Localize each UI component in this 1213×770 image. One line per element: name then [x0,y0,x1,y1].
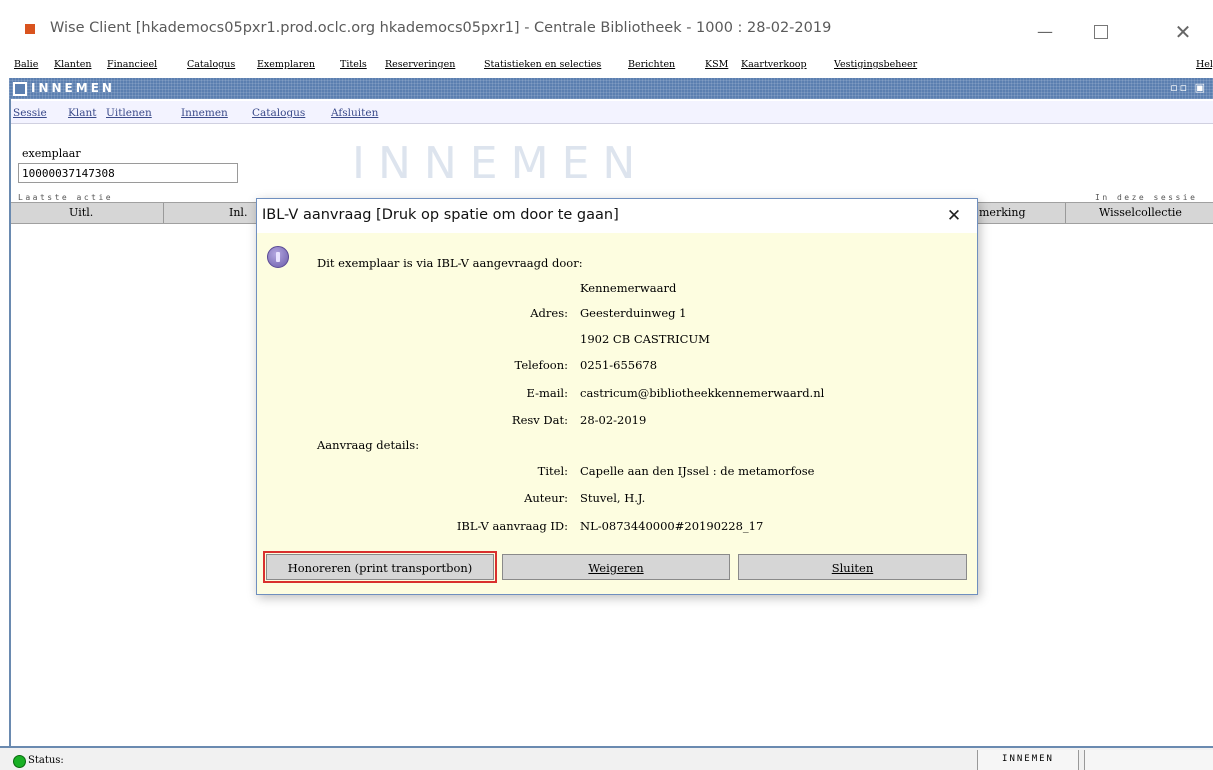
honoreren-button[interactable]: Honoreren (print transportbon) [263,551,497,583]
resv-label: Resv Dat: [511,413,568,427]
inner-titlebar: INNEMEN ▫▫ ▣ [9,78,1213,99]
menu-titels[interactable]: Titels [340,59,367,70]
adres-line-1: Geesterduinweg 1 [580,306,687,320]
auteur-label: Auteur: [524,491,568,505]
titel-label: Titel: [537,464,568,478]
dialog-title: IBL-V aanvraag [Druk op spatie om door t… [262,207,619,223]
menu-kaartverkoop[interactable]: Kaartverkoop [741,59,807,70]
window-titlebar: Wise Client [hkademocs05pxr1.prod.oclc.o… [0,0,1213,52]
adres-label: Adres: [530,306,568,320]
dialog-intro: Dit exemplaar is via IBL-V aangevraagd d… [317,256,583,270]
menu-financieel[interactable]: Financieel [107,59,157,70]
menu-statistieken[interactable]: Statistieken en selecties [484,59,601,70]
column-separator [1065,203,1066,223]
menubar: Balie Klanten Financieel Catalogus Exemp… [0,54,1213,76]
column-separator [163,203,164,223]
menu-vestigingsbeheer[interactable]: Vestigingsbeheer [834,59,917,70]
menu-innemen[interactable]: Innemen [181,107,228,119]
menu-balie[interactable]: Balie [14,59,38,70]
aanvraag-id-label: IBL-V aanvraag ID: [456,519,568,533]
telefoon-value: 0251-655678 [580,358,658,372]
email-label: E-mail: [526,386,569,400]
menu-klant[interactable]: Klant [68,107,96,119]
inner-window-controls[interactable]: ▫▫ ▣ [1170,81,1207,94]
menu-reserveringen[interactable]: Reserveringen [385,59,455,70]
menu-afsluiten[interactable]: Afsluiten [331,107,378,119]
exemplaar-input[interactable]: 10000037147308 [18,163,238,183]
menu-help[interactable]: Help [1196,59,1213,70]
requester-name: Kennemerwaard [580,281,677,295]
menu-berichten[interactable]: Berichten [628,59,675,70]
column-inl[interactable]: Inl. [229,206,247,219]
close-window-button[interactable]: ✕ [1160,14,1206,50]
info-icon [267,246,289,268]
menu-ksm[interactable]: KSM [705,59,728,70]
inner-title: INNEMEN [31,81,115,95]
session-menubar: Sessie Klant Uitlenen Innemen Catalogus … [11,101,1213,124]
menu-klanten[interactable]: Klanten [54,59,91,70]
menu-exemplaren[interactable]: Exemplaren [257,59,315,70]
telefoon-label: Telefoon: [514,358,568,372]
resv-value: 28-02-2019 [580,413,647,427]
window-title: Wise Client [hkademocs05pxr1.prod.oclc.o… [50,20,832,36]
maximize-button[interactable] [1078,14,1124,50]
laatste-actie-label: Laatste actie [18,193,114,202]
menu-uitlenen[interactable]: Uitlenen [106,107,152,119]
status-indicator-icon [13,755,26,768]
weigeren-button[interactable]: Weigeren [502,554,730,580]
menu-sessie[interactable]: Sessie [13,107,47,119]
minimize-button[interactable]: — [1022,14,1068,50]
status-label: Status: [28,755,64,766]
innemen-watermark: INNEMEN [352,138,649,189]
aanvraag-id-value: NL-0873440000#20190228_17 [580,519,764,533]
auteur-value: Stuvel, H.J. [580,491,646,505]
status-panel-empty [1084,750,1213,770]
maximize-icon [1094,25,1108,39]
column-wisselcollectie[interactable]: Wisselcollectie [1099,206,1182,219]
email-value: castricum@bibliotheekkennemerwaard.nl [580,386,825,400]
menu-catalogus-sub[interactable]: Catalogus [252,107,305,119]
sluiten-button[interactable]: Sluiten [738,554,967,580]
column-uitl[interactable]: Uitl. [69,206,93,219]
window-icon [13,82,27,96]
dialog-close-button[interactable]: ✕ [939,203,969,229]
aanvraag-details-title: Aanvraag details: [317,438,420,452]
column-opmerking[interactable]: merking [979,206,1026,219]
in-deze-sessie-label: In deze sessie [1095,193,1198,202]
app-icon [25,24,35,34]
ibl-v-dialog: IBL-V aanvraag [Druk op spatie om door t… [256,198,978,595]
status-bar: Status: INNEMEN [0,746,1213,770]
exemplaar-label: exemplaar [22,147,81,160]
menu-catalogus[interactable]: Catalogus [187,59,235,70]
dialog-titlebar: IBL-V aanvraag [Druk op spatie om door t… [257,199,977,233]
status-panel-mode: INNEMEN [977,750,1079,770]
titel-value: Capelle aan den IJssel : de metamorfose [580,464,815,478]
adres-line-2: 1902 CB CASTRICUM [580,332,710,346]
